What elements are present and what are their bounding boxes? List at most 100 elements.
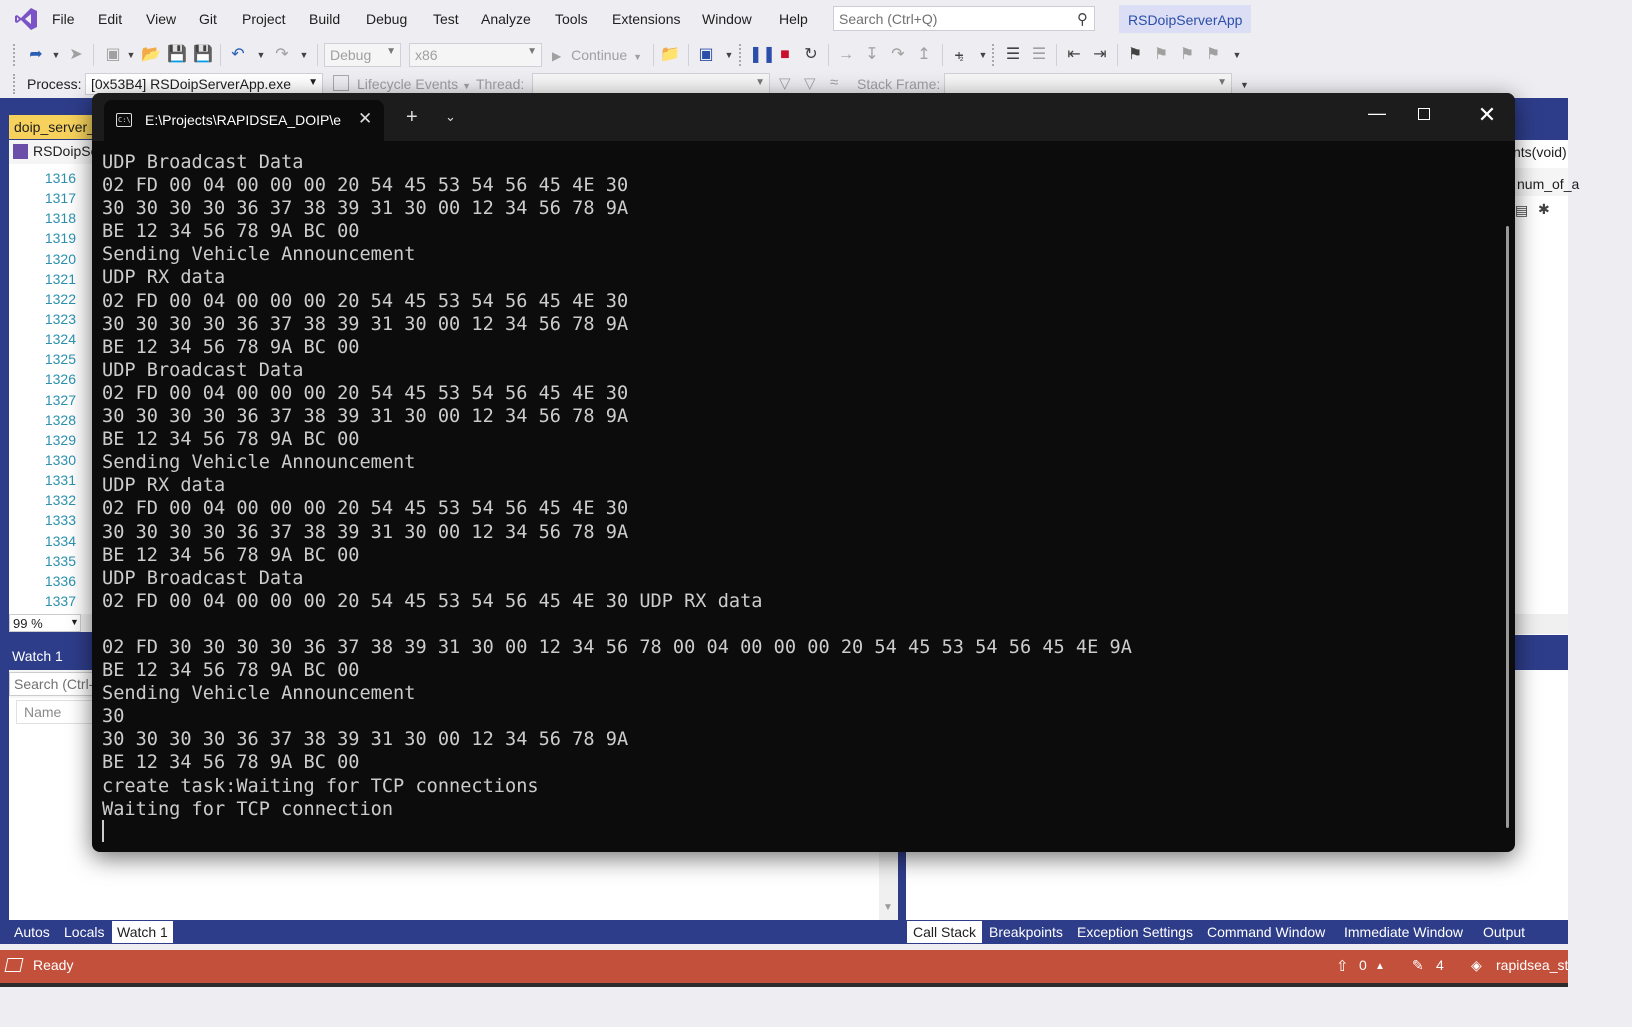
pencil-icon[interactable]: ✎: [1412, 957, 1424, 974]
function-dropdown[interactable]: nts(void): [1513, 144, 1567, 160]
undo-dropdown-icon[interactable]: ▼: [251, 45, 271, 65]
new-project-icon[interactable]: ▣: [103, 45, 123, 65]
continue-button[interactable]: ▶ Continue ▼: [552, 44, 642, 66]
toolbar-grip[interactable]: [992, 44, 998, 66]
menu-view[interactable]: View: [146, 11, 176, 27]
pending-changes-count[interactable]: 4: [1436, 957, 1444, 973]
restart-icon[interactable]: ↻: [801, 45, 821, 65]
repository-name[interactable]: rapidsea_st: [1496, 957, 1568, 973]
toolbar-options-icon[interactable]: ▼: [1227, 45, 1247, 65]
scroll-down-icon[interactable]: ▼: [883, 902, 893, 913]
redo-icon[interactable]: ↷: [272, 45, 292, 65]
document-tab-doip-server[interactable]: doip_server_: [9, 115, 93, 139]
navigate-forward-icon[interactable]: ➤: [66, 45, 86, 65]
browse-icon[interactable]: ▣: [696, 45, 716, 65]
uncomment-icon[interactable]: ☰: [1029, 45, 1049, 65]
menu-file[interactable]: File: [52, 11, 75, 27]
zoom-combo[interactable]: 99 % ▼: [9, 614, 81, 632]
process-combo[interactable]: [0x53B4] RSDoipServerApp.exe ▼: [85, 73, 323, 95]
platform-combo[interactable]: x86 ▼: [409, 43, 542, 67]
comment-icon[interactable]: ☰: [1003, 45, 1023, 65]
new-dropdown-icon[interactable]: ▼: [121, 45, 141, 65]
toolbar-grip[interactable]: [13, 74, 19, 94]
tab-command-window[interactable]: Command Window: [1201, 921, 1331, 943]
clear-bookmarks-icon[interactable]: ⚑: [1203, 45, 1223, 65]
menu-test[interactable]: Test: [433, 11, 459, 27]
terminal-tab[interactable]: C:\ E:\Projects\RAPIDSEA_DOIP\e ✕: [104, 100, 384, 141]
stop-debugging-icon[interactable]: ■: [775, 45, 795, 65]
tab-call-stack[interactable]: Call Stack: [907, 921, 983, 943]
tab-immediate-window[interactable]: Immediate Window: [1338, 921, 1469, 943]
step-out-icon[interactable]: ↥: [914, 45, 934, 65]
project-dropdown[interactable]: RSDoipSe: [33, 143, 98, 159]
show-next-statement-icon[interactable]: →: [836, 45, 856, 65]
tab-exception-settings[interactable]: Exception Settings: [1071, 921, 1199, 943]
menu-edit[interactable]: Edit: [98, 11, 122, 27]
redo-dropdown-icon[interactable]: ▼: [294, 45, 314, 65]
close-tab-icon[interactable]: ✕: [358, 109, 372, 129]
tab-watch-1[interactable]: Watch 1: [112, 921, 173, 943]
step-over-icon[interactable]: ↷: [888, 45, 908, 65]
open-file-icon[interactable]: 📂: [141, 45, 161, 65]
tab-output[interactable]: Output: [1477, 921, 1531, 943]
toolbar-grip[interactable]: [739, 44, 745, 66]
menu-window[interactable]: Window: [702, 11, 752, 27]
indent-icon[interactable]: ⇥: [1090, 45, 1110, 65]
next-bookmark-icon[interactable]: ⚑: [1177, 45, 1197, 65]
step-into-icon[interactable]: ↧: [862, 45, 882, 65]
menu-tools[interactable]: Tools: [555, 11, 588, 27]
outdent-icon[interactable]: ⇤: [1064, 45, 1084, 65]
maximize-icon[interactable]: [1418, 108, 1430, 120]
right-hscroll[interactable]: [1515, 614, 1568, 634]
member-dropdown[interactable]: num_of_a: [1517, 176, 1579, 192]
save-all-icon[interactable]: 💾: [193, 45, 213, 65]
tab-locals[interactable]: Locals: [59, 921, 109, 943]
terminal-output[interactable]: UDP Broadcast Data 02 FD 00 04 00 00 00 …: [102, 151, 1132, 821]
watch-search-input[interactable]: Search (Ctrl-: [9, 672, 93, 696]
break-all-icon[interactable]: ❚❚: [749, 45, 776, 65]
new-tab-icon[interactable]: +: [406, 107, 418, 127]
settings-wand-icon[interactable]: ✱: [1538, 201, 1550, 218]
menu-extensions[interactable]: Extensions: [612, 11, 680, 27]
hex-dropdown-icon[interactable]: ▼: [973, 45, 993, 65]
configuration-combo[interactable]: Debug ▼: [324, 43, 401, 67]
thread-combo[interactable]: ▼: [532, 73, 770, 95]
watch-name-column-header[interactable]: Name: [16, 700, 94, 724]
toolbar-options-icon[interactable]: ▼: [1240, 80, 1249, 90]
push-count[interactable]: 0: [1359, 957, 1367, 973]
menu-analyze[interactable]: Analyze: [481, 11, 531, 27]
chevron-down-icon[interactable]: ⌄: [445, 109, 456, 125]
navigate-back-icon[interactable]: ➦: [26, 45, 46, 65]
back-dropdown-icon[interactable]: ▼: [46, 45, 66, 65]
menu-build[interactable]: Build: [309, 11, 340, 27]
hex-display-icon[interactable]: ⨧: [949, 45, 969, 65]
browse-dropdown-icon[interactable]: ▼: [719, 45, 739, 65]
lifecycle-events-button[interactable]: Lifecycle Events ▼: [357, 76, 471, 92]
save-icon[interactable]: 💾: [167, 45, 187, 65]
terminal-window[interactable]: C:\ E:\Projects\RAPIDSEA_DOIP\e ✕ + ⌄ — …: [92, 93, 1515, 852]
stack-frame-combo[interactable]: ▼: [944, 73, 1232, 95]
chevron-up-icon[interactable]: ▲: [1375, 961, 1385, 972]
search-input[interactable]: Search (Ctrl+Q) ⚲: [833, 6, 1095, 31]
undo-icon[interactable]: ↶: [228, 45, 248, 65]
properties-icon[interactable]: ▤: [1515, 202, 1528, 219]
show-threads-icon[interactable]: ≈: [830, 74, 838, 91]
push-arrow-icon[interactable]: ⇧: [1336, 957, 1349, 975]
bookmark-icon[interactable]: ⚑: [1125, 45, 1145, 65]
menu-help[interactable]: Help: [779, 11, 808, 27]
previous-bookmark-icon[interactable]: ⚑: [1151, 45, 1171, 65]
minimize-icon[interactable]: —: [1362, 103, 1392, 124]
tab-autos[interactable]: Autos: [9, 921, 55, 943]
toolbar-grip[interactable]: [13, 44, 19, 66]
menu-debug[interactable]: Debug: [366, 11, 407, 27]
git-branch-icon[interactable]: ◈: [1471, 957, 1482, 974]
filter-icon[interactable]: ▽: [779, 74, 791, 92]
close-window-icon[interactable]: ✕: [1472, 102, 1502, 128]
output-status-icon[interactable]: [4, 958, 24, 972]
tab-breakpoints[interactable]: Breakpoints: [983, 921, 1069, 943]
menu-project[interactable]: Project: [242, 11, 286, 27]
menu-git[interactable]: Git: [199, 11, 217, 27]
flag-threads-icon[interactable]: ▽: [804, 74, 816, 92]
terminal-scrollbar[interactable]: [1506, 226, 1509, 828]
find-in-files-icon[interactable]: 📁: [660, 45, 680, 65]
